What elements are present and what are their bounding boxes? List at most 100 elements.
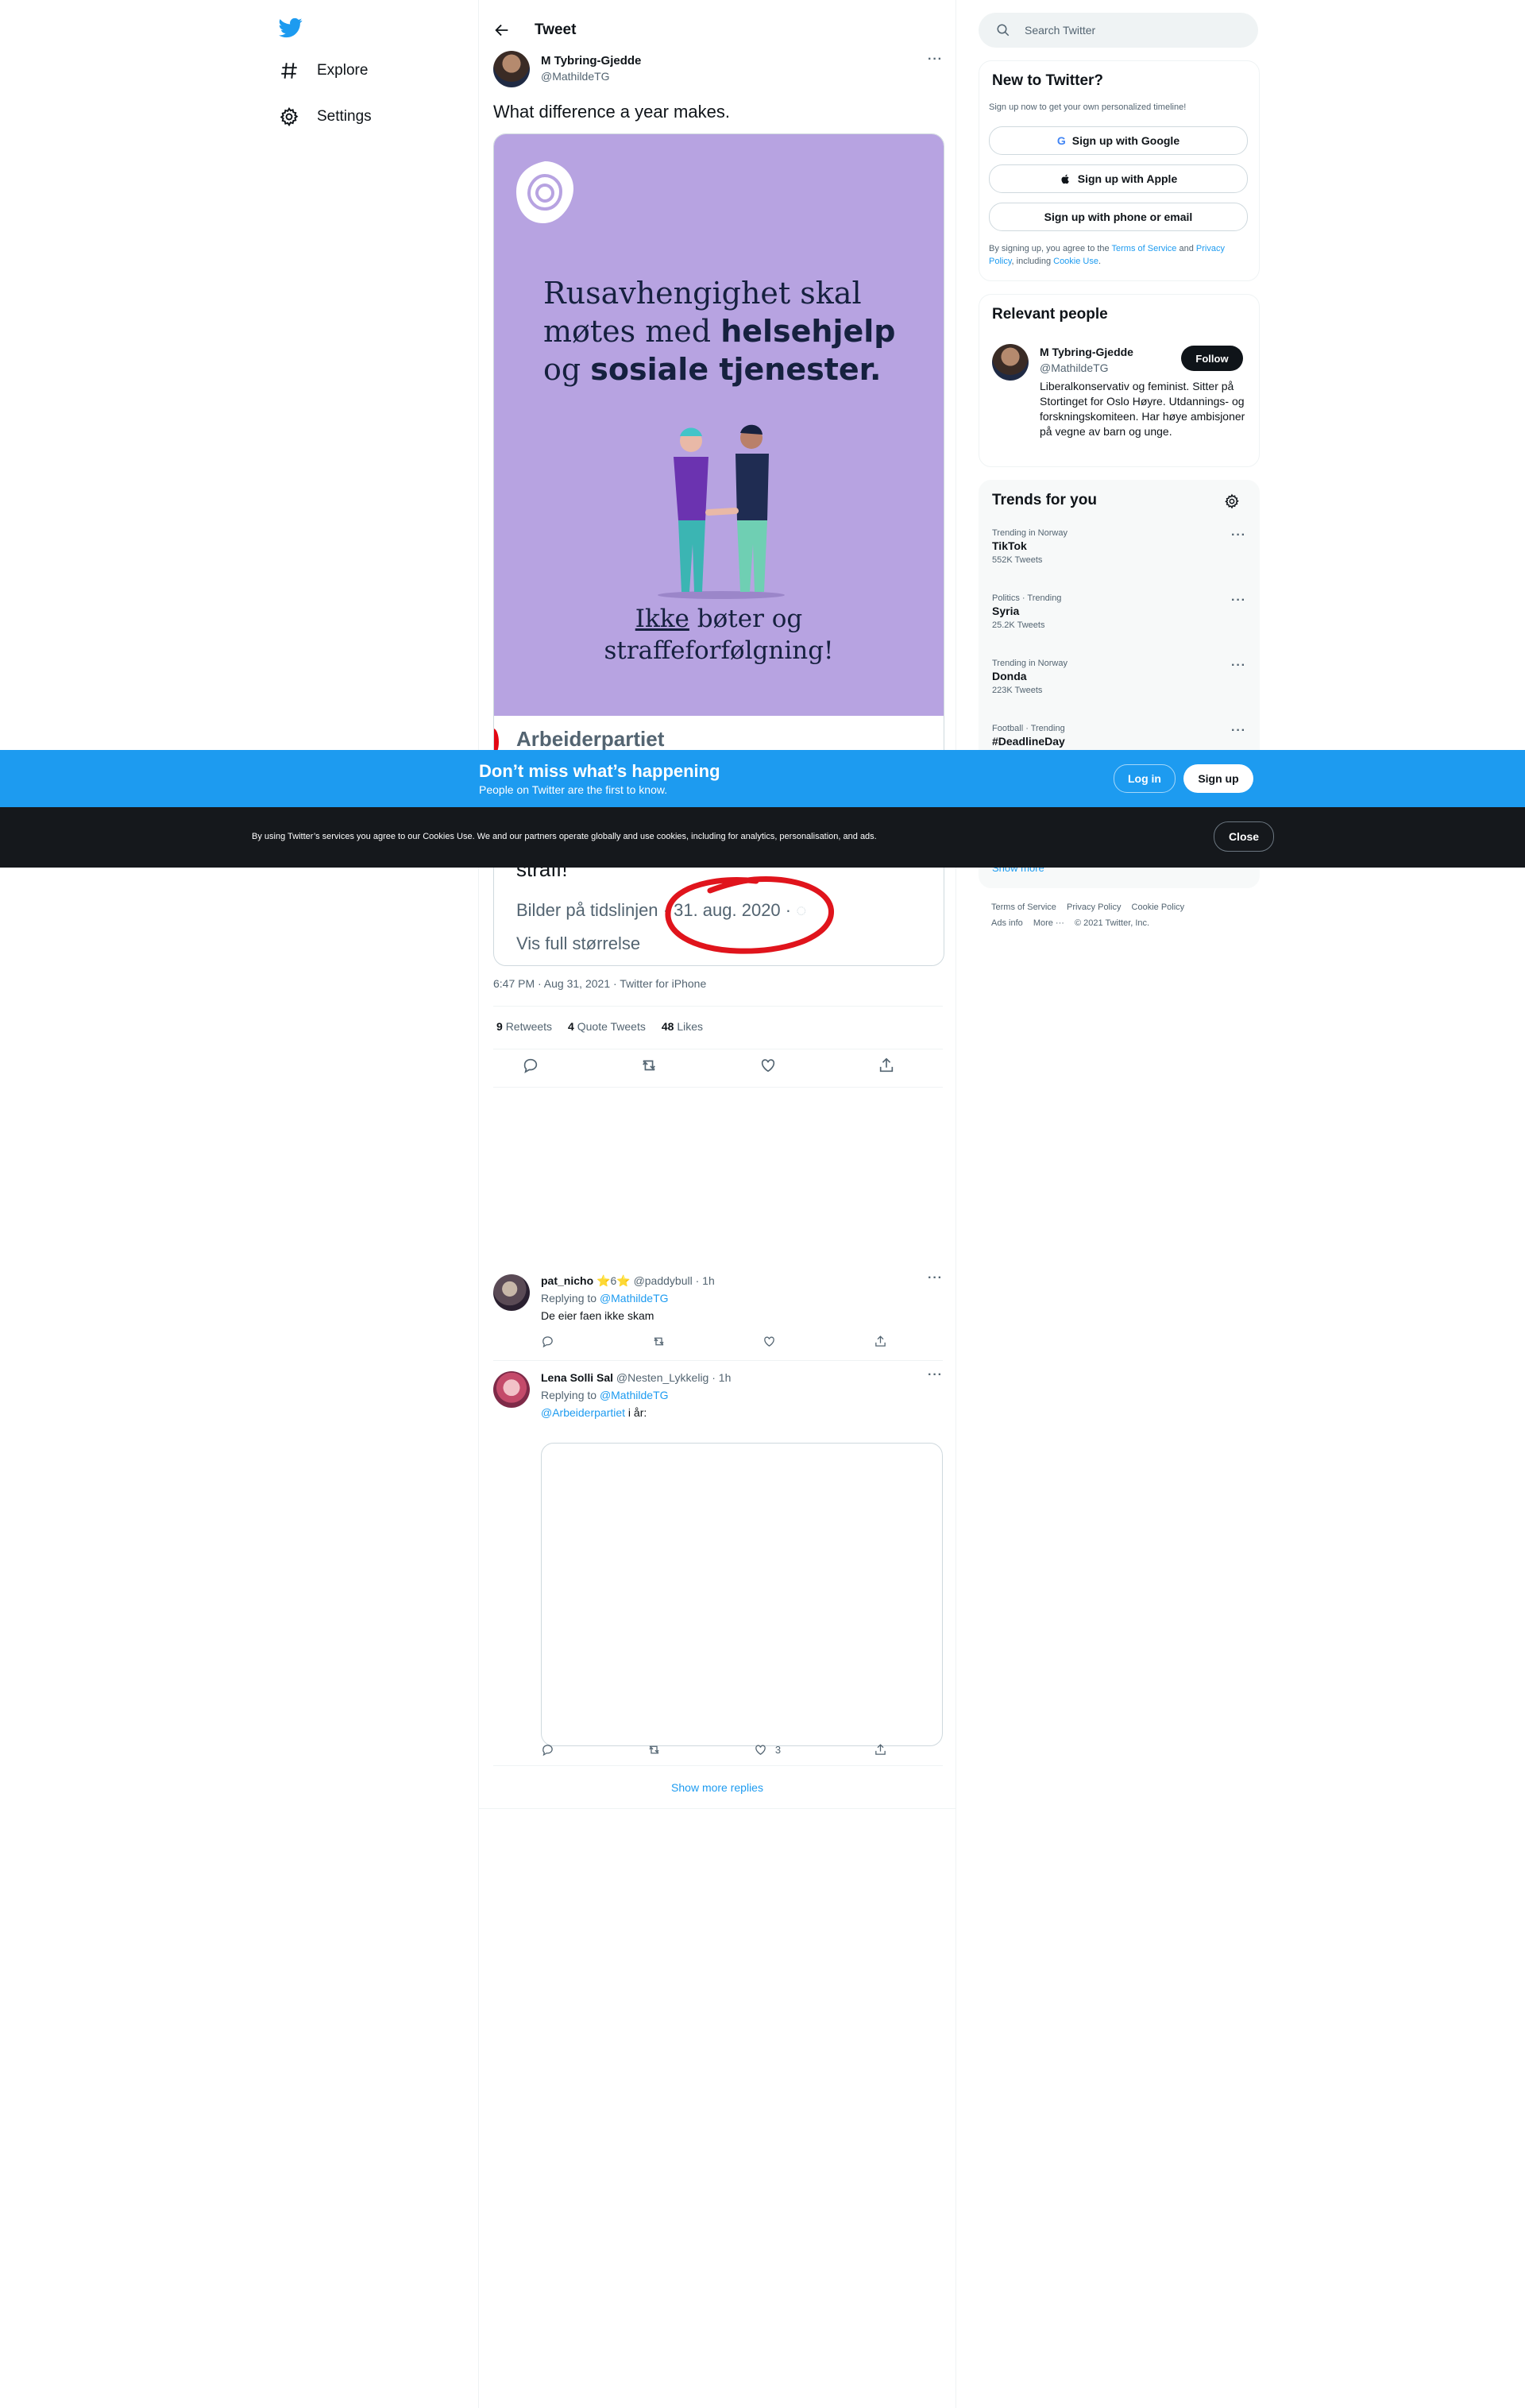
rose-logo-icon xyxy=(516,161,573,223)
retweet-icon[interactable] xyxy=(640,1057,658,1074)
retweets-stat[interactable]: 9 Retweets xyxy=(496,1020,552,1033)
author-handle[interactable]: @MathildeTG xyxy=(541,70,610,83)
likes-label: Likes xyxy=(677,1020,704,1033)
banner-subtitle: People on Twitter are the first to know. xyxy=(479,783,668,796)
divider xyxy=(493,1360,943,1361)
retweet-icon[interactable] xyxy=(647,1743,661,1757)
signup-phone-label: Sign up with phone or email xyxy=(1044,211,1193,223)
tweet-timestamp[interactable]: 6:47 PM · Aug 31, 2021 · Twitter for iPh… xyxy=(493,977,706,990)
person-avatar[interactable] xyxy=(992,344,1029,381)
like-count: 3 xyxy=(774,1744,782,1756)
signup-google-button[interactable]: G Sign up with Google xyxy=(989,126,1248,155)
more-options-icon[interactable]: ··· xyxy=(1231,528,1246,543)
cookie-banner: By using Twitter’s services you agree to… xyxy=(0,807,1525,868)
search-icon xyxy=(997,24,1010,37)
reply-actions xyxy=(541,1335,887,1348)
trend-count: 25.2K Tweets xyxy=(992,620,1045,630)
retweet-icon[interactable] xyxy=(652,1335,666,1348)
nav-explore[interactable]: Explore xyxy=(274,56,465,86)
mention-link[interactable]: @Arbeiderpartiet xyxy=(541,1406,625,1419)
new-to-twitter-title: New to Twitter? xyxy=(992,72,1104,89)
like-icon xyxy=(754,1743,767,1757)
view-full-size-link[interactable]: Vis full størrelse xyxy=(516,933,640,954)
reply-author-handle[interactable]: @paddybull xyxy=(634,1274,693,1287)
show-more-replies-link[interactable]: Show more replies xyxy=(479,1781,956,1794)
terms-text: By signing up, you agree to the Terms of… xyxy=(989,242,1243,268)
signup-apple-button[interactable]: Sign up with Apple xyxy=(989,164,1248,193)
reply-author-handle[interactable]: @Nesten_Lykkelig xyxy=(616,1371,708,1384)
like-action[interactable]: 3 xyxy=(754,1743,781,1757)
poster-bottom-1: Ikke xyxy=(635,605,689,633)
like-icon[interactable] xyxy=(762,1335,776,1348)
cookie-use-link[interactable]: Cookie Use xyxy=(1053,257,1098,266)
trend-item[interactable]: Politics · Trending Syria 25.2K Tweets ·… xyxy=(992,593,1246,630)
footer-terms-link[interactable]: Terms of Service xyxy=(991,903,1056,912)
back-arrow-icon[interactable] xyxy=(493,21,511,39)
reply-avatar[interactable] xyxy=(493,1371,530,1408)
relevant-people-panel: Relevant people M Tybring-Gjedde @Mathil… xyxy=(979,294,1260,467)
footer-ads-link[interactable]: Ads info xyxy=(991,918,1023,928)
reply-text-body: i år: xyxy=(625,1406,647,1419)
reply-author-name[interactable]: Lena Solli Sal xyxy=(541,1371,613,1384)
quotes-stat[interactable]: 4 Quote Tweets xyxy=(568,1020,646,1033)
more-options-icon[interactable]: ··· xyxy=(1231,593,1246,608)
trend-name: TikTok xyxy=(992,539,1027,552)
reply-icon[interactable] xyxy=(541,1743,554,1757)
signup-banner: Don’t miss what’s happening People on Tw… xyxy=(0,750,1525,807)
reply-avatar[interactable] xyxy=(493,1274,530,1311)
footer-more-link[interactable]: More ··· xyxy=(1033,918,1064,928)
poster-image[interactable]: Rusavhengighet skal møtes med helsehjelp… xyxy=(494,134,944,716)
person-handle[interactable]: @MathildeTG xyxy=(1040,361,1109,374)
cookie-close-button[interactable]: Close xyxy=(1214,821,1274,852)
poster-bottom-2: bøter og xyxy=(689,605,803,633)
trend-count: 223K Tweets xyxy=(992,686,1043,695)
replying-prefix: Replying to xyxy=(541,1389,600,1401)
reply-icon[interactable] xyxy=(522,1057,539,1074)
more-options-icon[interactable]: ··· xyxy=(928,1368,943,1382)
share-icon[interactable] xyxy=(874,1743,887,1757)
divider xyxy=(493,1765,943,1766)
reply-time[interactable]: · 1h xyxy=(712,1371,731,1384)
more-options-icon[interactable]: ··· xyxy=(1231,724,1246,738)
like-icon[interactable] xyxy=(759,1057,777,1074)
follow-button[interactable]: Follow xyxy=(1181,346,1243,371)
nav-explore-label: Explore xyxy=(317,62,369,79)
trend-item[interactable]: Trending in Norway Donda 223K Tweets ··· xyxy=(992,659,1246,695)
card-author[interactable]: Arbeiderpartiet xyxy=(516,727,664,752)
divider xyxy=(479,1808,956,1809)
replying-to: Replying to @MathildeTG xyxy=(541,1389,669,1401)
footer-cookie-link[interactable]: Cookie Policy xyxy=(1132,903,1185,912)
trend-item[interactable]: Trending in Norway TikTok 552K Tweets ··… xyxy=(992,528,1246,565)
likes-stat[interactable]: 48 Likes xyxy=(662,1020,703,1033)
reply-text: @Arbeiderpartiet i år: xyxy=(541,1406,647,1419)
footer-privacy-link[interactable]: Privacy Policy xyxy=(1067,903,1121,912)
person-bio: Liberalkonservativ og feminist. Sitter p… xyxy=(1040,380,1245,438)
author-avatar[interactable] xyxy=(493,51,530,87)
signup-phone-button[interactable]: Sign up with phone or email xyxy=(989,203,1248,231)
terms-link[interactable]: Terms of Service xyxy=(1112,244,1177,253)
nav-settings[interactable]: Settings xyxy=(274,102,465,132)
search-box[interactable]: Search Twitter xyxy=(979,13,1258,48)
signup-button[interactable]: Sign up xyxy=(1183,764,1253,793)
google-icon: G xyxy=(1056,134,1066,147)
share-icon[interactable] xyxy=(878,1057,895,1074)
login-button[interactable]: Log in xyxy=(1114,764,1176,793)
share-icon[interactable] xyxy=(874,1335,887,1348)
reply-author-name[interactable]: pat_nicho xyxy=(541,1274,593,1287)
replying-to-link[interactable]: @MathildeTG xyxy=(600,1292,669,1304)
gear-icon[interactable] xyxy=(1224,493,1240,509)
twitter-logo-icon[interactable] xyxy=(279,16,303,40)
more-options-icon[interactable]: ··· xyxy=(1231,659,1246,673)
more-options-icon[interactable]: ··· xyxy=(928,1271,943,1285)
trend-name: Syria xyxy=(992,605,1020,617)
replying-to-link[interactable]: @MathildeTG xyxy=(600,1389,669,1401)
reply-author-badge: ⭐6⭐ xyxy=(596,1274,631,1287)
more-options-icon[interactable]: ··· xyxy=(928,52,943,67)
reply-icon[interactable] xyxy=(541,1335,554,1348)
reply-time[interactable]: · 1h xyxy=(696,1274,715,1287)
author-name[interactable]: M Tybring-Gjedde xyxy=(541,54,641,68)
reply-media[interactable] xyxy=(541,1443,943,1746)
person-name[interactable]: M Tybring-Gjedde xyxy=(1040,346,1133,358)
reply-text: De eier faen ikke skam xyxy=(541,1309,654,1322)
trend-item[interactable]: Football · Trending #DeadlineDay ··· xyxy=(992,724,1246,751)
